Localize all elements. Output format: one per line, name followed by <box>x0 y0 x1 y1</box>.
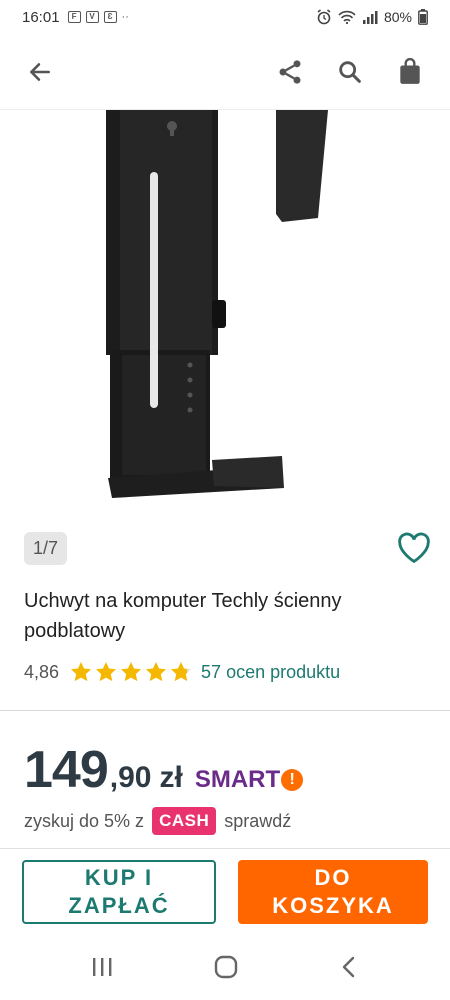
rating-value: 4,86 <box>24 661 60 682</box>
smart-label: SMART <box>194 766 281 793</box>
product-image[interactable] <box>0 110 450 520</box>
alarm-icon <box>317 9 331 25</box>
back-nav-icon[interactable] <box>338 955 360 979</box>
rating-stars <box>69 660 193 684</box>
smart-badge[interactable]: SMART ! <box>194 766 304 794</box>
star-partial-icon <box>171 662 192 682</box>
action-bar: KUP I ZAPŁAĆ DO KOSZYKA <box>0 848 450 934</box>
buy-now-button[interactable]: KUP I ZAPŁAĆ <box>22 859 216 924</box>
app-notification-icon-2: Ɛ <box>103 11 117 23</box>
battery-percentage: 80% <box>383 9 412 25</box>
cart-button[interactable] <box>388 50 432 94</box>
reviews-link[interactable]: 57 ocen produktu <box>201 662 340 683</box>
price-main: 149 <box>24 741 109 799</box>
app-bar <box>0 34 450 110</box>
notification-icon: F <box>67 11 81 23</box>
arrow-left-icon <box>30 62 50 81</box>
wifi-icon <box>338 10 356 24</box>
shopping-bag-icon <box>400 57 420 84</box>
heart-outline-icon <box>398 532 430 564</box>
divider <box>0 710 450 711</box>
product-photo <box>106 110 328 498</box>
gallery-controls: 1/7 <box>0 528 450 572</box>
star-icon <box>96 662 117 682</box>
status-bar: 16:01 F V Ɛ ·· 80% <box>0 0 450 34</box>
image-counter: 1/7 <box>24 532 68 565</box>
cash-prefix: zyskuj do 5% z <box>24 810 145 831</box>
cash-badge: CASH <box>152 807 217 835</box>
star-icon <box>146 662 167 682</box>
rating-row: 4,86 57 ocen produktu <box>24 657 340 687</box>
signal-icon <box>362 11 378 24</box>
product-title: Uchwyt na komputer Techly ścienny podbla… <box>24 590 342 642</box>
price-currency: zł <box>159 761 183 794</box>
smart-logo-icon: ! <box>281 769 304 791</box>
status-time: 16:01 <box>22 8 60 26</box>
app-notification-icon: V <box>85 11 99 23</box>
cash-promo: zyskuj do 5% z CASH sprawdź <box>24 807 291 835</box>
back-button[interactable] <box>18 50 62 94</box>
more-notifications-indicator: ·· <box>121 11 129 23</box>
star-icon <box>71 662 92 682</box>
search-button[interactable] <box>328 50 372 94</box>
price-row: 149 ,90 zł SMART ! <box>24 740 304 800</box>
cash-check-link[interactable]: sprawdź <box>224 811 291 832</box>
recent-apps-icon[interactable] <box>90 956 114 978</box>
price-decimal: ,90 <box>109 761 152 794</box>
share-icon <box>279 59 301 84</box>
home-icon[interactable] <box>213 954 239 980</box>
battery-icon <box>418 9 428 25</box>
share-button[interactable] <box>268 50 312 94</box>
system-nav-bar <box>0 934 450 1000</box>
star-icon <box>121 662 142 682</box>
search-icon <box>339 60 361 83</box>
add-to-cart-button[interactable]: DO KOSZYKA <box>238 859 428 924</box>
favorite-button[interactable] <box>394 528 434 568</box>
